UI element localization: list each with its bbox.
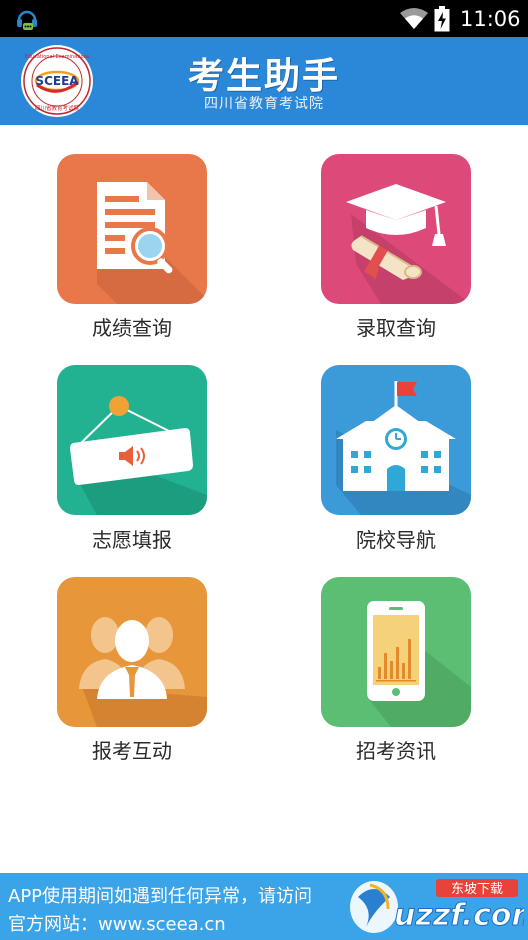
menu-label-admission-query: 录取查询 <box>356 316 436 340</box>
menu-tile-school-nav[interactable] <box>321 365 471 515</box>
uzzf-watermark-logo: 东坡下载 uzzf.com <box>350 879 524 934</box>
app-header: Educational Examinations SCEEA 四川省教育考试院 … <box>0 37 528 125</box>
menu-tile-news[interactable] <box>321 577 471 727</box>
menu-label-school-nav: 院校导航 <box>356 528 436 552</box>
footer-notice: APP使用期间如遇到任何异常，请访问 官方网站：www.sceea.cn 东坡下… <box>0 873 528 940</box>
menu-tile-score-query[interactable] <box>57 154 207 304</box>
svg-text:uzzf.com: uzzf.com <box>394 898 524 933</box>
notification-headset-icon <box>17 10 37 30</box>
svg-text:东坡下载: 东坡下载 <box>451 882 503 897</box>
graduation-cap-icon <box>346 184 471 304</box>
status-bar: 11:06 <box>0 0 528 37</box>
app-subtitle: 四川省教育考试院 <box>204 96 324 112</box>
score-document-icon <box>97 182 207 304</box>
hanging-sign-icon <box>70 396 207 515</box>
footer-notice-line: APP使用期间如遇到任何异常，请访问 <box>8 886 313 907</box>
phone-chart-icon <box>367 601 471 727</box>
menu-tile-application[interactable] <box>57 365 207 515</box>
menu-label-interaction: 报考互动 <box>92 739 172 763</box>
clock-time: 11:06 <box>460 7 521 31</box>
menu-tile-interaction[interactable] <box>57 577 207 727</box>
battery-icon <box>434 6 450 32</box>
menu-label-score-query: 成绩查询 <box>92 316 172 340</box>
school-building-icon <box>336 381 471 515</box>
wifi-icon <box>400 8 428 29</box>
menu-label-application: 志愿填报 <box>92 528 172 552</box>
people-icon <box>79 617 207 727</box>
footer-website-line[interactable]: 官方网站：www.sceea.cn <box>8 910 226 936</box>
menu-tile-admission-query[interactable] <box>321 154 471 304</box>
menu-label-news: 招考资讯 <box>356 739 436 763</box>
app-title: 考生助手 <box>187 56 340 97</box>
